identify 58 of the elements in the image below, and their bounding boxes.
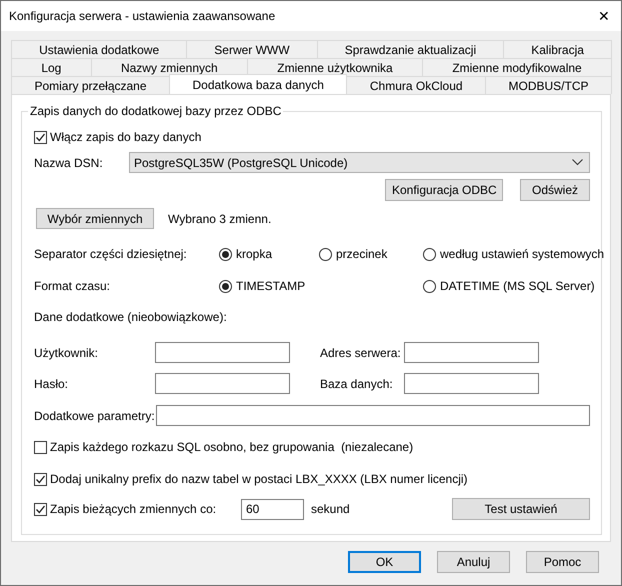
- checkbox[interactable]: [34, 502, 47, 516]
- tab[interactable]: Dodatkowa baza danych: [169, 74, 348, 94]
- window-title: Konfiguracja serwera - ustawienia zaawansowane: [9, 9, 276, 23]
- checkbox[interactable]: [34, 472, 47, 486]
- tab[interactable]: Zmienne modyfikowalne: [422, 58, 612, 76]
- test-button[interactable]: Test ustawień: [452, 498, 590, 520]
- tab[interactable]: Nazwy zmiennych: [90, 58, 248, 76]
- variables-button[interactable]: Wybór zmiennych: [36, 208, 154, 229]
- input-field[interactable]: [155, 342, 290, 363]
- tab[interactable]: Ustawienia dodatkowe: [11, 40, 188, 58]
- field-label: Separator części dziesiętnej:: [34, 247, 188, 261]
- checkbox[interactable]: [34, 130, 47, 144]
- radio-button[interactable]: [423, 280, 436, 292]
- dsn-button[interactable]: Konfiguracja ODBC: [385, 179, 503, 201]
- radio-button[interactable]: [219, 280, 232, 292]
- tab[interactable]: Sprawdzanie aktualizacji: [316, 40, 504, 58]
- radio-label[interactable]: kropka: [236, 247, 272, 261]
- field-label: Baza danych:: [320, 376, 394, 390]
- field-label: Nazwa DSN:: [34, 156, 104, 170]
- radio-label[interactable]: DATETIME (MS SQL Server): [440, 279, 595, 293]
- tab[interactable]: Log: [11, 58, 92, 76]
- status-text: Wybrano 3 zmienn.: [168, 212, 272, 226]
- checkbox-label[interactable]: Zapis każdego rozkazu SQL osobno, bez grupowania (niezalecane): [50, 440, 414, 454]
- input-field[interactable]: [404, 373, 539, 394]
- field-label: Hasło:: [34, 376, 70, 390]
- radio-label[interactable]: przecinek: [336, 247, 388, 261]
- checkbox[interactable]: [34, 440, 47, 454]
- radio-label[interactable]: według ustawień systemowych: [440, 247, 604, 261]
- radio-button[interactable]: [319, 248, 332, 260]
- tab[interactable]: Kalibracja: [503, 40, 612, 58]
- section-heading: Dane dodatkowe (nieobowiązkowe):: [34, 310, 227, 324]
- chevron-down-icon: [572, 159, 583, 166]
- dsn-button[interactable]: Odśwież: [520, 179, 590, 201]
- unit-label: sekund: [311, 502, 350, 516]
- tab[interactable]: Zmienne użytkownika: [246, 58, 423, 76]
- checkbox-label[interactable]: Dodaj unikalny prefix do nazw tabel w postaci LBX_XXXX (LBX numer licencji): [50, 472, 468, 486]
- radio-button[interactable]: [219, 248, 232, 260]
- tab[interactable]: Pomiary przełączane: [11, 76, 170, 94]
- radio-label[interactable]: TIMESTAMP: [236, 279, 306, 293]
- dialog-button[interactable]: Anuluj: [437, 551, 510, 573]
- field-label: Użytkownik:: [34, 346, 100, 360]
- radio-button[interactable]: [423, 248, 436, 260]
- field-label: Dodatkowe parametry:: [34, 408, 156, 422]
- input-field[interactable]: [156, 405, 590, 426]
- field-label: Format czasu:: [34, 279, 112, 293]
- input-field[interactable]: [404, 342, 539, 363]
- dialog-button[interactable]: OK: [348, 551, 421, 573]
- dsn-dropdown[interactable]: PostgreSQL35W (PostgreSQL Unicode): [129, 152, 590, 173]
- dropdown-value: PostgreSQL35W (PostgreSQL Unicode): [134, 156, 348, 170]
- input-field[interactable]: [155, 373, 290, 394]
- checkbox-label[interactable]: Zapis bieżących zmiennych co:: [50, 502, 216, 516]
- checkbox-label[interactable]: Włącz zapis do bazy danych: [50, 130, 202, 144]
- tab[interactable]: MODBUS/TCP: [485, 76, 612, 94]
- close-button[interactable]: ✕: [587, 8, 621, 24]
- field-label: Adres serwera:: [320, 346, 402, 360]
- interval-field[interactable]: 60: [241, 498, 304, 520]
- group-title: Zapis danych do dodatkowej bazy przez ODBC: [28, 104, 284, 118]
- dialog-button[interactable]: Pomoc: [526, 551, 599, 573]
